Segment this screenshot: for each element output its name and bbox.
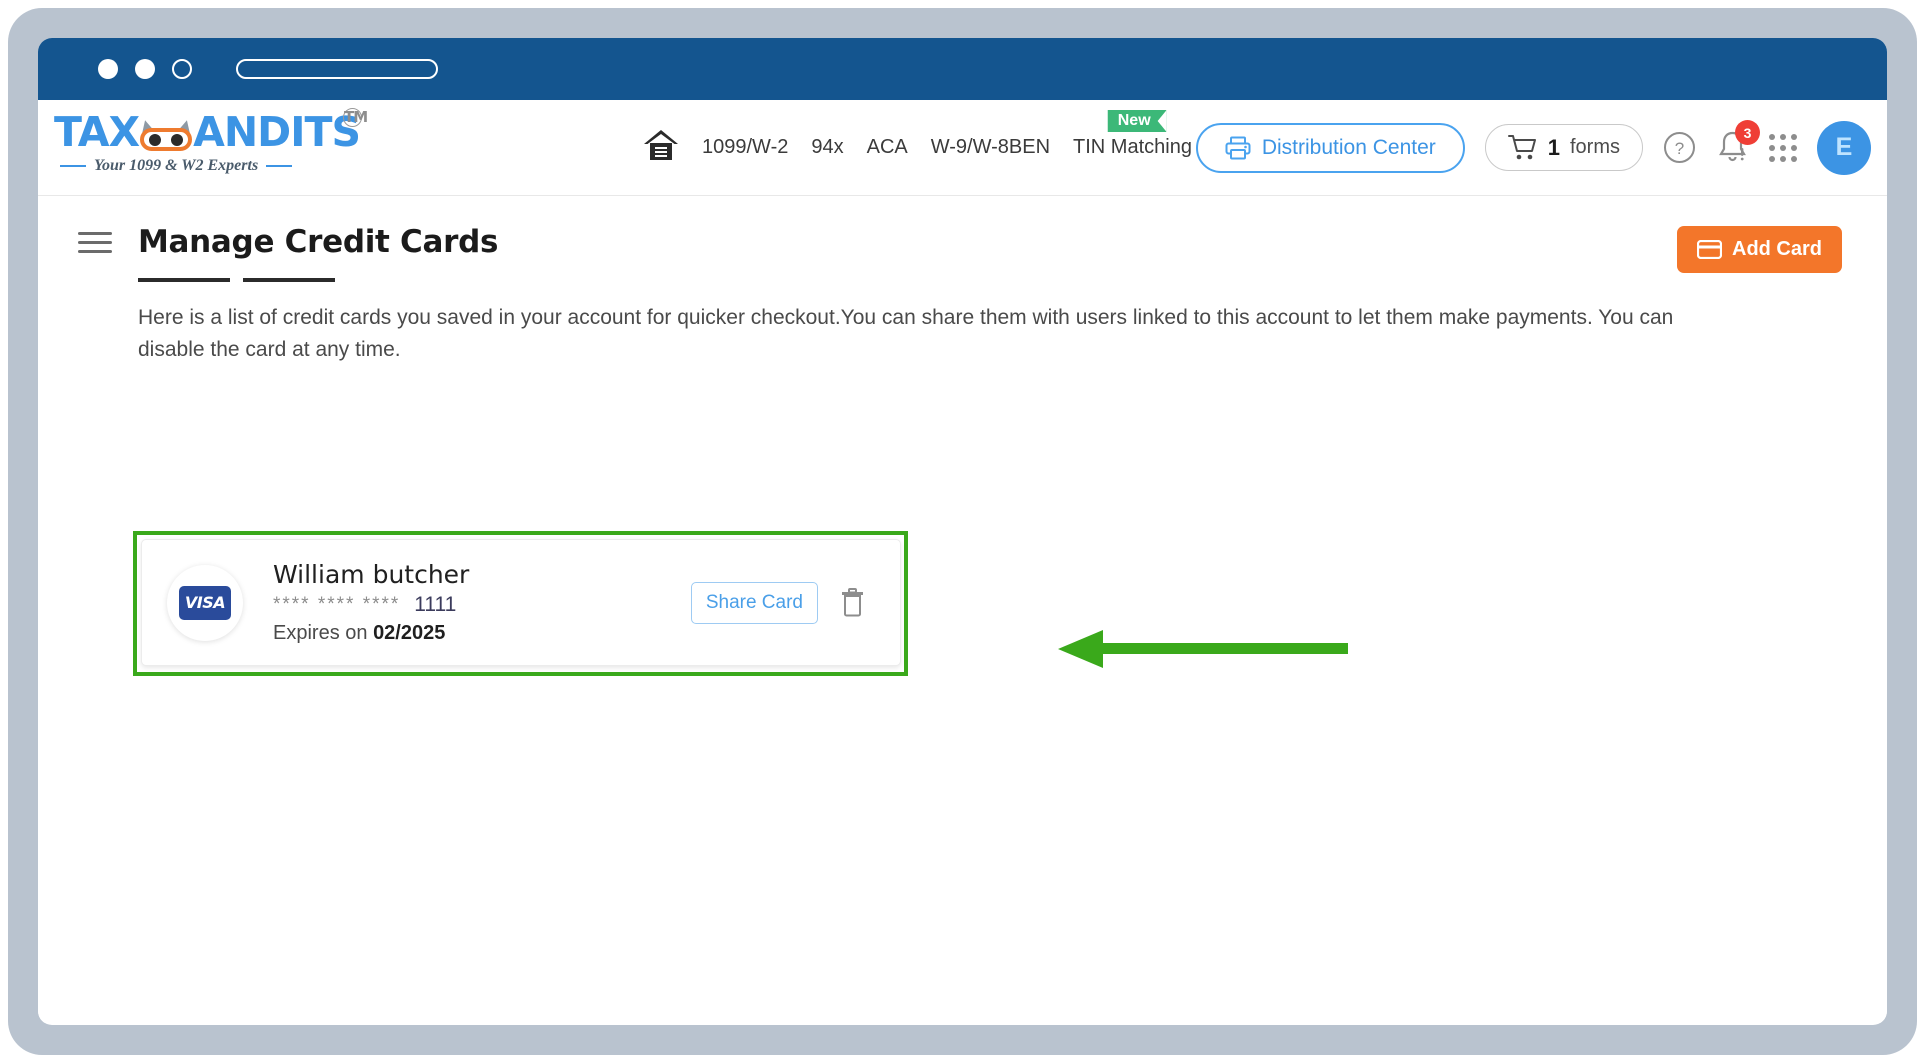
nav-item-home[interactable]: [643, 128, 679, 168]
home-icon: [644, 129, 678, 160]
nav-item-aca[interactable]: ACA: [867, 136, 908, 159]
title-underline: [138, 278, 335, 282]
cart-count: 1: [1547, 134, 1560, 160]
credit-card-icon: [1697, 240, 1722, 259]
new-badge: New: [1107, 110, 1167, 132]
page-body: Manage Credit Cards Add Card Here is a l…: [38, 196, 1887, 1023]
trash-icon: [842, 588, 863, 617]
notification-badge: 3: [1735, 120, 1760, 145]
visa-logo: VISA: [179, 585, 231, 620]
nav-item-tin-matching[interactable]: New TIN Matching: [1073, 110, 1192, 159]
annotation-arrow: [1058, 630, 1348, 668]
delete-card-button[interactable]: [840, 588, 865, 617]
distribution-center-label: Distribution Center: [1261, 135, 1436, 159]
hamburger-icon[interactable]: [78, 226, 112, 259]
help-circle-icon: ?: [1664, 132, 1695, 163]
page-title-row: Manage Credit Cards Add Card: [38, 196, 1887, 282]
device-bezel: TAX ANDITS TM Your 1099 & W2 Experts 109…: [8, 8, 1917, 1055]
share-card-button[interactable]: Share Card: [690, 581, 818, 624]
annotation-highlight-box: VISA William butcher **** **** **** 1111…: [133, 531, 908, 676]
close-dot[interactable]: [98, 59, 118, 79]
help-button[interactable]: ?: [1663, 131, 1696, 164]
card-details: William butcher **** **** **** 1111 Expi…: [273, 560, 691, 645]
card-number-row: **** **** **** 1111: [273, 593, 691, 617]
app-header: TAX ANDITS TM Your 1099 & W2 Experts 109…: [38, 100, 1887, 196]
page-description: Here is a list of credit cards you saved…: [138, 306, 1674, 361]
url-bar[interactable]: [236, 59, 438, 79]
logo-text-left: TAX: [54, 108, 140, 156]
header-actions: Distribution Center 1 forms ? 3 E: [1195, 120, 1871, 175]
logo-tagline: Your 1099 & W2 Experts: [54, 157, 364, 175]
taxbandits-logo[interactable]: TAX ANDITS TM Your 1099 & W2 Experts: [54, 108, 368, 175]
card-brand-badge: VISA: [167, 564, 243, 641]
cart-unit-label: forms: [1570, 136, 1620, 158]
nav-item-94x[interactable]: 94x: [811, 136, 843, 159]
card-expiry-value: 02/2025: [373, 622, 446, 644]
browser-screen: TAX ANDITS TM Your 1099 & W2 Experts 109…: [38, 38, 1887, 1025]
add-card-button[interactable]: Add Card: [1677, 226, 1842, 273]
trademark-icon: TM: [343, 108, 368, 127]
nav-item-w9-w8ben[interactable]: W-9/W-8BEN: [931, 136, 1050, 159]
distribution-center-button[interactable]: Distribution Center: [1195, 122, 1465, 173]
add-card-label: Add Card: [1732, 238, 1822, 260]
card-masked-digits: **** **** ****: [273, 594, 401, 615]
cart-icon: [1507, 135, 1536, 160]
apps-grid-icon[interactable]: [1769, 133, 1797, 162]
maximize-dot[interactable]: [172, 59, 192, 79]
browser-titlebar: [38, 38, 1887, 100]
logo-text-right: ANDITS: [193, 108, 361, 156]
minimize-dot[interactable]: [135, 59, 155, 79]
cart-button[interactable]: 1 forms: [1484, 124, 1643, 171]
avatar[interactable]: E: [1817, 120, 1871, 175]
logo-wordmark: TAX ANDITS TM: [54, 108, 368, 156]
saved-card-item: VISA William butcher **** **** **** 1111…: [141, 539, 901, 666]
page-title: Manage Credit Cards: [138, 224, 499, 260]
card-holder-name: William butcher: [273, 560, 470, 589]
main-nav: 1099/W-2 94x ACA W-9/W-8BEN New TIN Matc…: [643, 110, 1192, 168]
logo-tagline-text: Your 1099 & W2 Experts: [94, 157, 259, 174]
svg-text:?: ?: [1675, 139, 1684, 158]
nav-item-1099-w2[interactable]: 1099/W-2: [702, 136, 788, 159]
card-last-four: 1111: [414, 593, 457, 616]
owl-mask-icon: [137, 118, 195, 151]
notifications-button[interactable]: 3: [1716, 120, 1760, 165]
printer-icon: [1225, 136, 1251, 159]
card-expiry-label: Expires on: [273, 622, 368, 644]
card-expiry: Expires on 02/2025: [273, 622, 691, 645]
nav-item-tin-matching-label: TIN Matching: [1073, 136, 1192, 158]
